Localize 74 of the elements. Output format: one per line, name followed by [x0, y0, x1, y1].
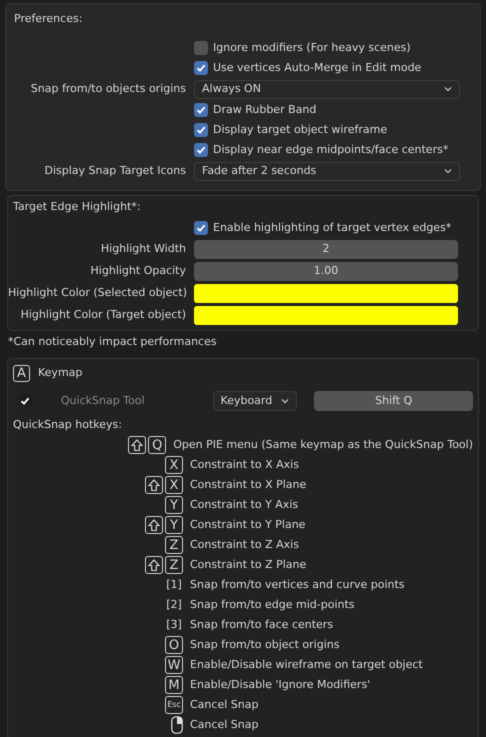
key-icon: W: [165, 656, 183, 674]
shortcut-button[interactable]: Shift Q: [314, 391, 473, 411]
hotkey-action: Snap from/to vertices and curve points: [190, 576, 405, 593]
checkbox[interactable]: [194, 103, 208, 117]
checkbox[interactable]: [194, 123, 208, 137]
keyboard-key-icon: A: [13, 364, 30, 382]
field-label: Highlight Opacity: [90, 262, 187, 279]
checkbox-label: Draw Rubber Band: [213, 102, 316, 118]
section-title: Keymap: [38, 364, 82, 381]
dropdown[interactable]: Fade after 2 seconds: [194, 162, 460, 180]
field-label: Snap from/to objects origins: [30, 80, 187, 97]
hotkey-action: Snap from/to face centers: [190, 616, 334, 633]
checkbox-label: Display near edge midpoints/face centers*: [213, 142, 448, 158]
hotkey-action: Cancel Snap: [190, 696, 258, 713]
checkbox-label: Use vertices Auto-Merge in Edit mode: [213, 60, 422, 76]
key-icon: X: [165, 476, 183, 494]
key-icon: M: [165, 676, 183, 694]
number-field[interactable]: 1.00: [194, 262, 458, 280]
caret-icon: [281, 398, 290, 404]
field-label: Highlight Color (Target object): [20, 306, 187, 323]
number-field[interactable]: 2: [194, 240, 458, 258]
shift-key-icon: [128, 436, 146, 454]
checkbox[interactable]: [18, 394, 32, 408]
hotkey-action: Constraint to X Axis: [190, 456, 299, 473]
checkmark-icon: [196, 63, 206, 73]
key-icon: O: [165, 636, 183, 654]
hotkey-action: Snap from/to object origins: [190, 636, 340, 653]
section-title: Preferences:: [13, 10, 84, 27]
checkbox[interactable]: [194, 61, 208, 75]
key-number: [3]: [165, 616, 183, 633]
hotkey-action: Cancel Snap: [190, 716, 258, 733]
color-swatch[interactable]: [194, 306, 458, 324]
hotkey-action: Enable/Disable 'Ignore Modifiers': [190, 676, 370, 693]
section-title: Target Edge Highlight*:: [12, 198, 142, 215]
field-label: Highlight Width: [100, 240, 187, 257]
checkbox[interactable]: [194, 143, 208, 157]
dropdown[interactable]: Always ON: [194, 80, 460, 98]
shift-key-icon: [145, 476, 163, 494]
hotkey-action: Constraint to Y Axis: [190, 496, 298, 513]
key-icon: Z: [165, 536, 183, 554]
hotkey-action: Constraint to Z Axis: [190, 536, 299, 553]
checkbox[interactable]: [194, 41, 208, 55]
checkbox-label: Ignore modifiers (For heavy scenes): [213, 40, 411, 56]
shift-key-icon: [145, 516, 163, 534]
caret-icon: [444, 168, 452, 174]
hotkey-action: Enable/Disable wireframe on target object: [190, 656, 423, 673]
hotkey-action: Constraint to Z Plane: [190, 556, 306, 573]
performance-note: *Can noticeably impact performances: [7, 334, 218, 350]
mouse-icon: [171, 716, 183, 734]
field-label: Highlight Color (Selected object): [8, 284, 188, 301]
key-icon: Esc: [165, 696, 183, 714]
key-icon: Z: [165, 556, 183, 574]
caret-icon: [444, 86, 452, 92]
hotkey-action: Snap from/to edge mid-points: [190, 596, 355, 613]
checkbox[interactable]: [194, 221, 208, 235]
checkmark-icon: [20, 396, 30, 406]
checkbox-label: Enable highlighting of target vertex edges*: [213, 220, 452, 236]
field-label: Display Snap Target Icons: [44, 162, 187, 179]
tool-label: QuickSnap Tool: [60, 392, 146, 409]
key-icon: X: [165, 456, 183, 474]
key-icon: Y: [165, 496, 183, 514]
shift-key-icon: [145, 556, 163, 574]
device-dropdown[interactable]: Keyboard: [212, 391, 298, 411]
hotkey-action: Open PIE menu (Same keymap as the QuickSnap Tool): [173, 436, 473, 453]
key-number: [1]: [165, 576, 183, 593]
hotkey-action: Constraint to Y Plane: [190, 516, 306, 533]
key-icon: Q: [148, 436, 166, 454]
section-title: QuickSnap hotkeys:: [13, 416, 123, 433]
key-icon: Y: [165, 516, 183, 534]
key-number: [2]: [165, 596, 183, 613]
hotkey-action: Constraint to X Plane: [190, 476, 306, 493]
checkmark-icon: [196, 223, 206, 233]
checkbox-label: Display target object wireframe: [213, 122, 388, 138]
color-swatch[interactable]: [194, 284, 458, 302]
